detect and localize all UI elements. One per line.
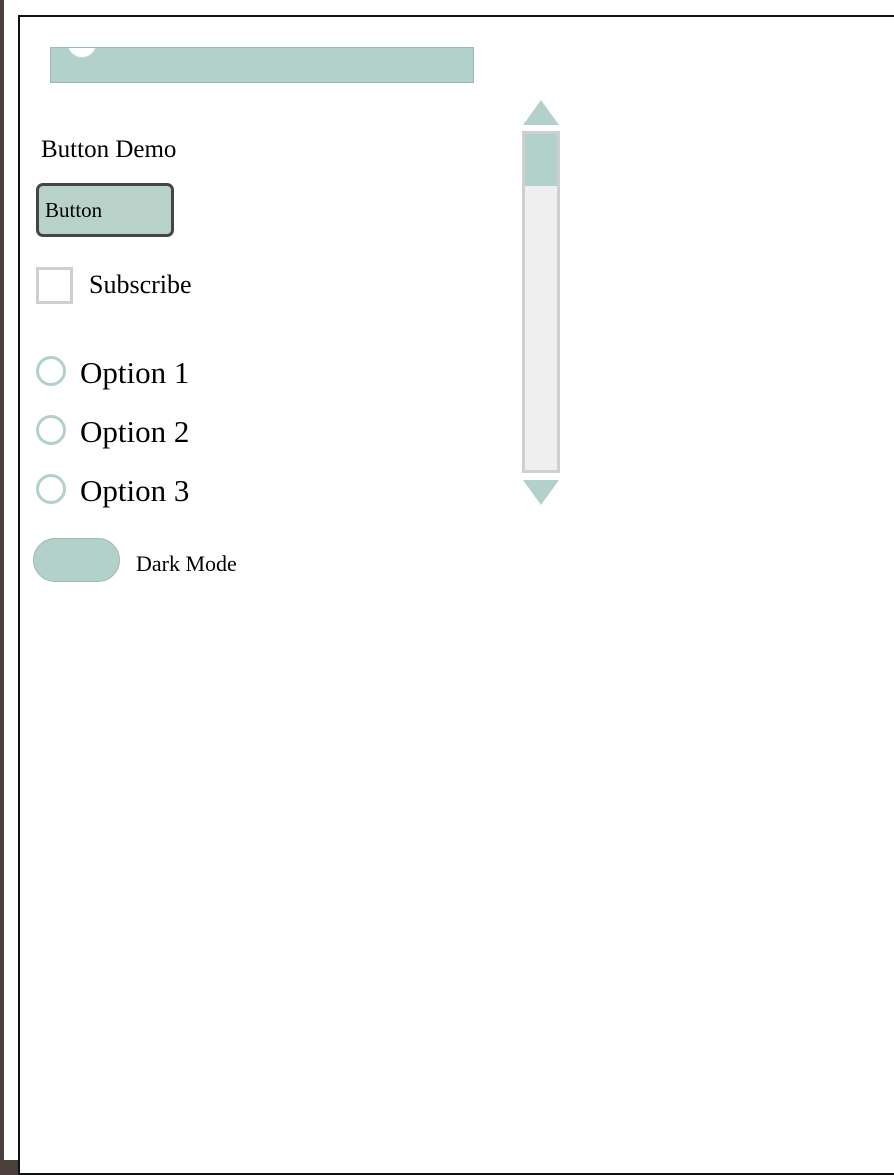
radio-option-3[interactable] (36, 474, 66, 504)
subscribe-label: Subscribe (89, 270, 192, 299)
scroll-down-arrow-icon[interactable] (523, 480, 559, 505)
dark-mode-label: Dark Mode (136, 551, 237, 576)
radio-option-2-label: Option 2 (80, 414, 190, 449)
dark-mode-toggle[interactable] (33, 538, 120, 582)
vertical-scrollbar-thumb[interactable] (525, 134, 557, 186)
vertical-scrollbar-track[interactable] (522, 131, 560, 473)
slider-thumb[interactable] (67, 48, 97, 58)
top-slider[interactable] (50, 47, 474, 83)
scroll-up-arrow-icon[interactable] (523, 100, 559, 125)
radio-option-1[interactable] (36, 356, 66, 386)
subscribe-checkbox[interactable] (36, 267, 73, 304)
demo-button[interactable]: Button (36, 183, 174, 237)
button-demo-title: Button Demo (41, 136, 177, 163)
radio-option-2[interactable] (36, 415, 66, 445)
radio-option-3-label: Option 3 (80, 473, 190, 508)
radio-option-1-label: Option 1 (80, 355, 190, 390)
